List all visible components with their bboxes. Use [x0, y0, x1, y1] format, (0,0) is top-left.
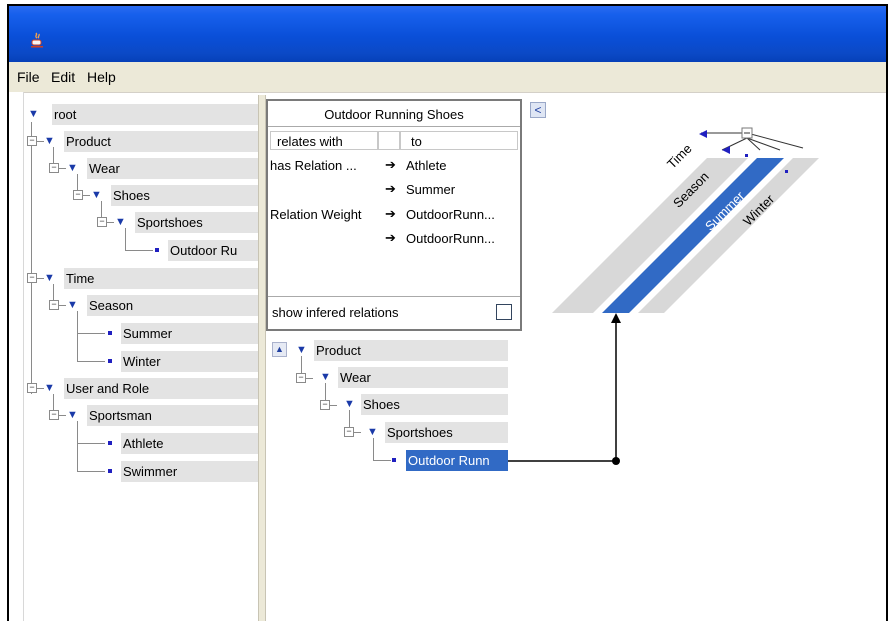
collapse-toggle[interactable]: − — [73, 190, 83, 200]
collapse-toggle[interactable]: − — [49, 410, 59, 420]
column-header-relates-with[interactable]: relates with — [270, 131, 378, 150]
column-header-spacer — [378, 131, 400, 150]
tree-node-sportsman[interactable]: Sportsman — [87, 405, 258, 426]
arrow-right-icon: ➔ — [385, 206, 396, 221]
arrow-right-icon: ➔ — [385, 230, 396, 245]
leaf-icon — [108, 469, 112, 473]
collapse-toggle[interactable]: − — [296, 373, 306, 383]
tree-node-athlete[interactable]: Athlete — [121, 433, 258, 454]
tree-node-winter[interactable]: Winter — [121, 351, 258, 372]
scroll-up-arrow-icon[interactable]: ▲ — [272, 342, 287, 357]
leaf-icon — [108, 359, 112, 363]
java-coffee-icon — [31, 32, 43, 48]
tree-node-swimmer[interactable]: Swimmer — [121, 461, 258, 482]
graph-node-wear[interactable]: Wear — [338, 367, 508, 388]
relation-target[interactable]: OutdoorRunn... — [406, 207, 495, 222]
menu-file[interactable]: File — [17, 69, 40, 85]
menu-bar — [9, 62, 886, 93]
relations-panel-title: Outdoor Running Shoes — [268, 104, 520, 127]
collapse-toggle[interactable]: − — [27, 273, 37, 283]
collapse-toggle[interactable]: − — [49, 163, 59, 173]
tree-node-wear[interactable]: Wear — [87, 158, 258, 179]
time-arrow-icon — [699, 130, 707, 138]
column-header-to[interactable]: to — [400, 131, 518, 150]
show-inferred-checkbox[interactable] — [496, 304, 512, 320]
tree-node-shoes[interactable]: Shoes — [111, 185, 258, 206]
relation-target[interactable]: Summer — [406, 182, 455, 197]
collapse-toggle[interactable]: − — [344, 427, 354, 437]
divider — [268, 296, 520, 297]
title-bar[interactable] — [9, 6, 886, 62]
tree-node-root[interactable]: root — [52, 104, 258, 125]
left-gutter — [9, 92, 24, 621]
menu-edit[interactable]: Edit — [51, 69, 75, 85]
tree-node-summer[interactable]: Summer — [121, 323, 258, 344]
relation-name: has Relation ... — [270, 158, 357, 173]
expand-icon[interactable]: ▼ — [28, 104, 39, 125]
graph-node-outdoor-running-shoes[interactable]: Outdoor Runn — [406, 450, 508, 471]
graph-node-shoes[interactable]: Shoes — [361, 394, 508, 415]
leaf-icon — [155, 248, 159, 252]
leaf-icon — [108, 441, 112, 445]
ontology-tree-panel: ▼ root − ▼ Product − ▼ Wear − ▼ Shoes − … — [24, 95, 258, 621]
collapse-toggle[interactable]: − — [49, 300, 59, 310]
tree-node-time[interactable]: Time — [64, 268, 258, 289]
show-inferred-label: show infered relations — [272, 305, 399, 320]
menu-help[interactable]: Help — [87, 69, 116, 85]
collapse-toggle[interactable]: − — [97, 217, 107, 227]
split-pane-divider[interactable] — [258, 95, 266, 621]
season-arrow-icon — [722, 146, 730, 154]
leaf-icon — [108, 331, 112, 335]
relation-name: Relation Weight — [270, 207, 362, 222]
arrow-right-icon: ➔ — [385, 157, 396, 172]
tree-node-product[interactable]: Product — [64, 131, 258, 152]
graph-node-product[interactable]: Product — [314, 340, 508, 361]
leaf-icon — [392, 458, 396, 462]
relation-target[interactable]: Athlete — [406, 158, 446, 173]
collapse-toggle[interactable]: − — [27, 136, 37, 146]
collapse-toggle[interactable]: − — [320, 400, 330, 410]
collapse-toggle[interactable]: − — [27, 383, 37, 393]
graph-node-sportshoes[interactable]: Sportshoes — [385, 422, 508, 443]
tree-node-outdoor-running-shoes[interactable]: Outdoor Ru — [168, 240, 258, 261]
tree-node-sportshoes[interactable]: Sportshoes — [135, 212, 258, 233]
arrow-right-icon: ➔ — [385, 181, 396, 196]
tree-node-season[interactable]: Season — [87, 295, 258, 316]
collapse-panel-button[interactable]: < — [530, 102, 546, 118]
relation-target[interactable]: OutdoorRunn... — [406, 231, 495, 246]
tree-node-user-and-role[interactable]: User and Role — [64, 378, 258, 399]
